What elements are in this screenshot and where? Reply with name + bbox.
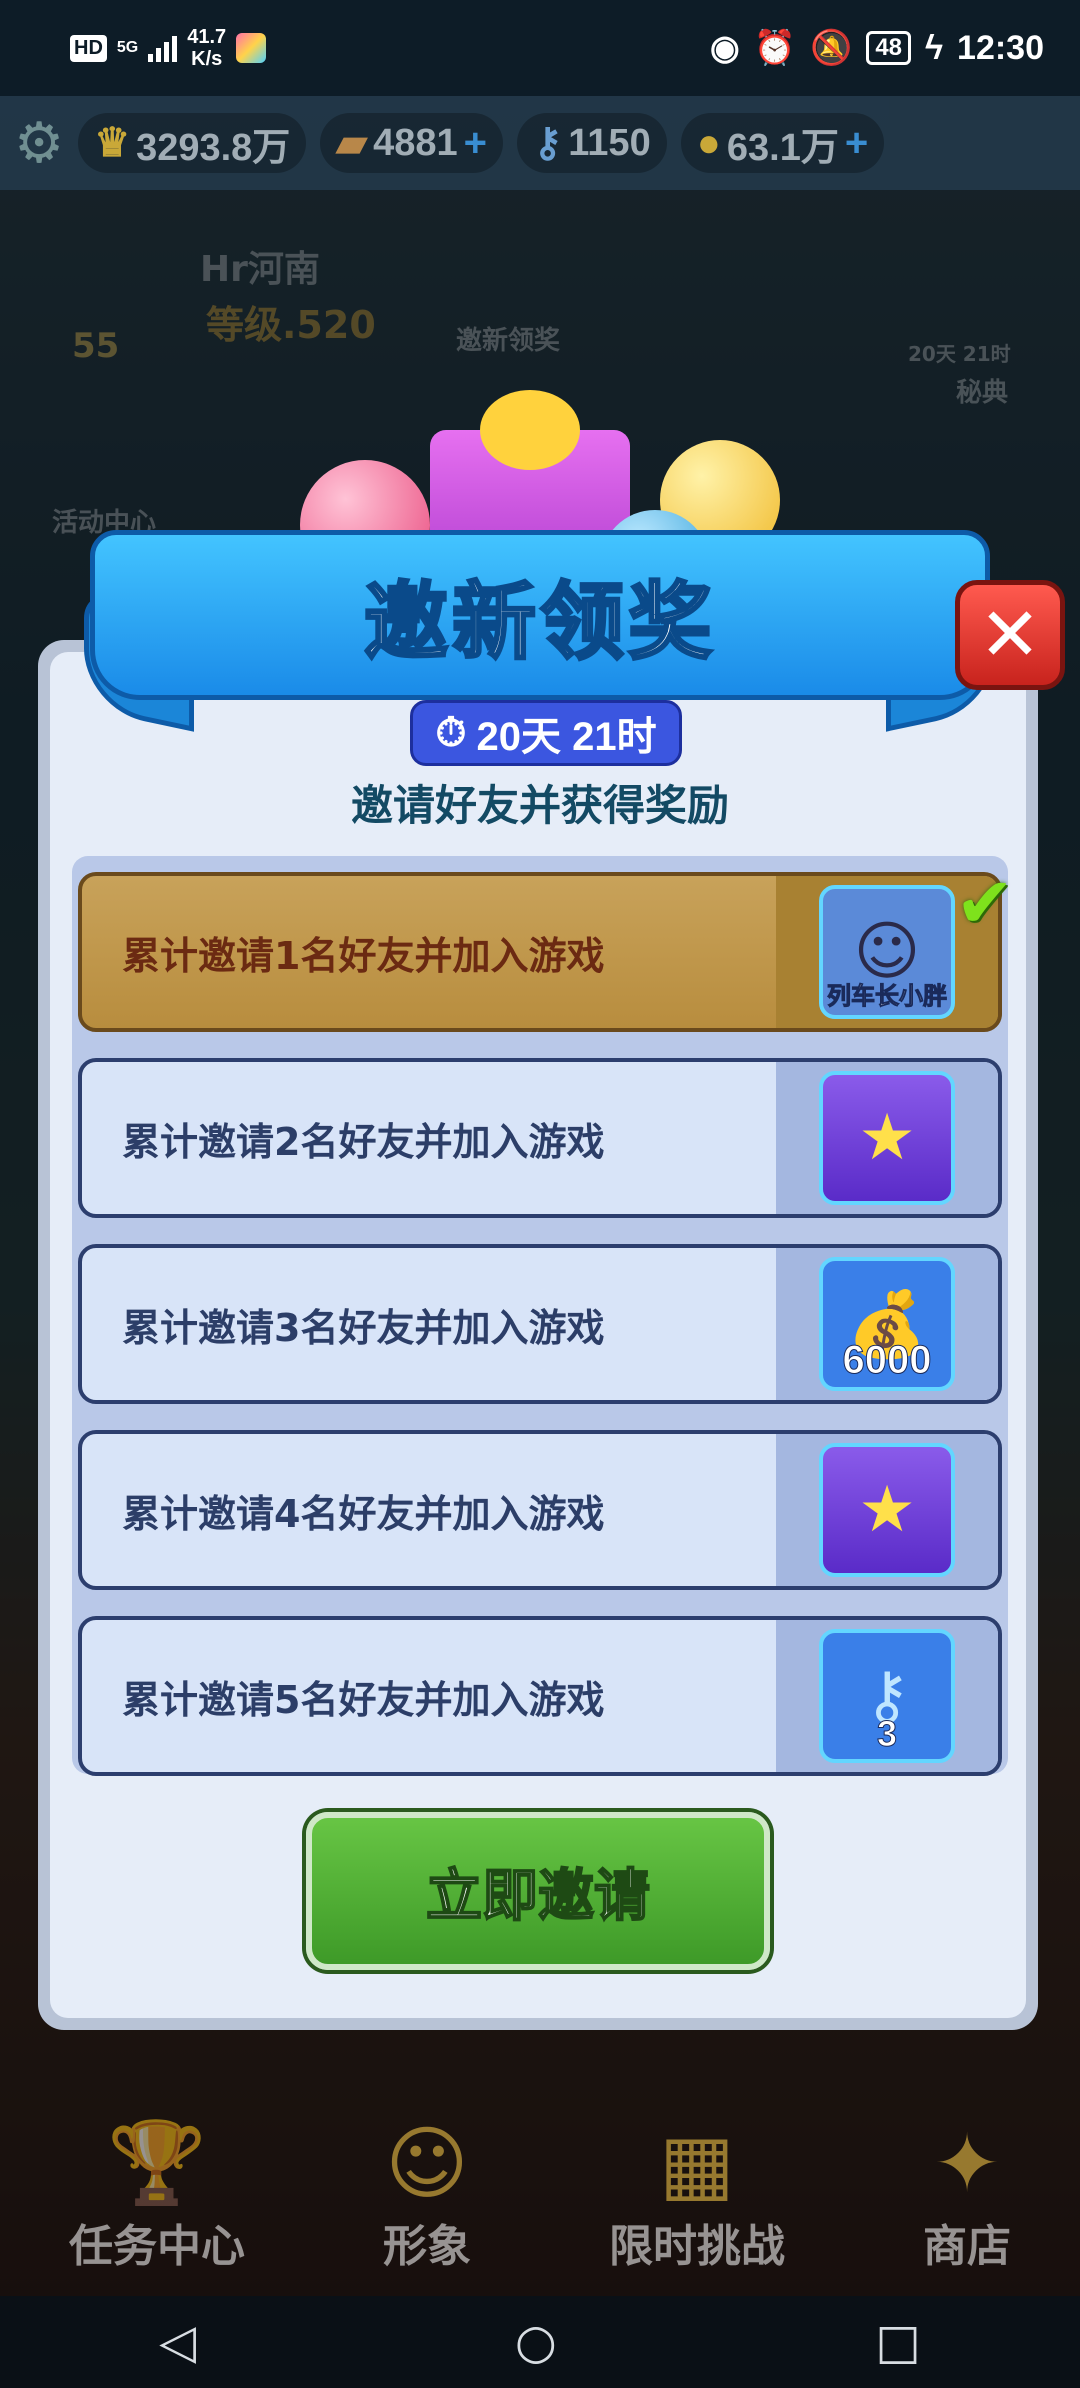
dialog-title: 邀新领奖 (362, 571, 716, 672)
task-label: 累计邀请1名好友并加入游戏 (122, 933, 605, 978)
network-type: 5G (116, 39, 139, 56)
task-label: 累计邀请5名好友并加入游戏 (122, 1677, 605, 1722)
network-speed: 41.7 K/s (187, 26, 226, 70)
task-label: 累计邀请4名好友并加入游戏 (122, 1491, 605, 1536)
dialog-title-banner: 邀新领奖 (90, 530, 990, 700)
task-label: 累计邀请2名好友并加入游戏 (122, 1119, 605, 1164)
task-label: 累计邀请3名好友并加入游戏 (122, 1305, 605, 1350)
coin-icon: ● (696, 120, 721, 165)
hd-indicator: HD (70, 34, 107, 62)
clock: 12:30 (957, 28, 1044, 67)
back-icon[interactable]: ◁ (159, 2314, 196, 2370)
alarm-icon: ⏰ (753, 29, 796, 67)
reward-slot: ★ (776, 1062, 998, 1214)
dialog-subtitle: 邀请好友并获得奖励 (350, 781, 729, 830)
star-card-icon[interactable]: ★ (819, 1443, 955, 1577)
nav-character[interactable]: ☺ 形象 (383, 2117, 471, 2274)
trophy-icon: 🏆 (107, 2116, 207, 2209)
system-navigation-bar: ◁ ○ □ (0, 2296, 1080, 2388)
crown-icon: ♛ (94, 121, 131, 165)
shop-bag-icon: ✦ (933, 2117, 1001, 2210)
task-row: 累计邀请5名好友并加入游戏 ⚷ 3 (78, 1616, 1002, 1776)
currency-hoverboards: ▰ 4881 + (320, 113, 503, 173)
currency-coins: ● 63.1万 + (680, 113, 885, 173)
calendar-icon: ▦ (659, 2117, 735, 2210)
nav-shop[interactable]: ✦ 商店 (923, 2117, 1011, 2274)
reward-slot: ★ (776, 1434, 998, 1586)
status-left: HD 5G 41.7 K/s (70, 26, 267, 70)
game-bottom-nav: 🏆 任务中心 ☺ 形象 ▦ 限时挑战 ✦ 商店 (0, 2100, 1080, 2296)
conductor-character-icon[interactable]: ☺ 列车长小胖 (819, 885, 955, 1019)
invite-now-button[interactable]: 立即邀请 (306, 1812, 770, 1970)
hoverboard-icon: ▰ (336, 121, 368, 165)
battery-level: 48 (866, 31, 912, 65)
nav-time-challenge[interactable]: ▦ 限时挑战 (609, 2117, 785, 2274)
reward-caption: 6000 (842, 1338, 932, 1383)
reward-caption: 3 (876, 1713, 898, 1755)
add-coin-button[interactable]: + (845, 121, 868, 166)
task-list: 累计邀请1名好友并加入游戏 ☺ 列车长小胖 ✔ 累计邀请2名好友并加入游戏 ★ … (72, 856, 1014, 1776)
eye-icon: ◉ (709, 29, 740, 67)
nav-task-center[interactable]: 🏆 任务中心 (69, 2116, 245, 2274)
currency-bar: ⚙ ♛ 3293.8万 ▰ 4881 + ⚷ 1150 ● 63.1万 + (0, 96, 1080, 190)
recents-icon[interactable]: □ (875, 2314, 920, 2370)
close-button[interactable]: ✕ (955, 580, 1065, 690)
checkmark-icon: ✔ (955, 862, 1014, 944)
reward-caption: 列车长小胖 (827, 982, 948, 1011)
stopwatch-icon: ⏱ (435, 710, 467, 755)
home-icon[interactable]: ○ (515, 2314, 557, 2370)
task-row: 累计邀请4名好友并加入游戏 ★ (78, 1430, 1002, 1590)
mute-bell-icon: 🔕 (809, 29, 853, 67)
currency-keys: ⚷ 1150 (516, 113, 667, 173)
reward-slot: 💰 6000 (776, 1248, 998, 1400)
charging-icon: ϟ (925, 28, 944, 67)
add-hoverboard-button[interactable]: + (464, 121, 487, 166)
star-card-icon[interactable]: ★ (819, 1071, 955, 1205)
close-icon: ✕ (978, 592, 1041, 678)
key-icon: ⚷ (532, 121, 563, 165)
character-icon: ☺ (385, 2117, 469, 2210)
speed-value: 41.7 (187, 26, 227, 48)
status-bar: HD 5G 41.7 K/s ◉ ⏰ 🔕 48 ϟ 12:30 (0, 0, 1080, 96)
speed-unit: K/s (191, 48, 223, 70)
gear-icon[interactable]: ⚙ (14, 111, 64, 176)
task-row: 累计邀请3名好友并加入游戏 💰 6000 (78, 1244, 1002, 1404)
task-row: 累计邀请2名好友并加入游戏 ★ (78, 1058, 1002, 1218)
currency-crowns: ♛ 3293.8万 (78, 113, 307, 173)
reward-slot: ⚷ 3 (776, 1620, 998, 1772)
task-row: 累计邀请1名好友并加入游戏 ☺ 列车长小胖 ✔ (78, 862, 1014, 1032)
coin-bag-icon[interactable]: 💰 6000 (819, 1257, 955, 1391)
status-right: ◉ ⏰ 🔕 48 ϟ 12:30 (710, 28, 1044, 68)
key-reward-icon[interactable]: ⚷ 3 (819, 1629, 955, 1763)
timer-text: 20天 21时 (476, 715, 657, 759)
countdown-timer: ⏱ 20天 21时 (410, 700, 682, 766)
signal-icon (148, 34, 178, 62)
app-notification-icon (236, 33, 267, 63)
